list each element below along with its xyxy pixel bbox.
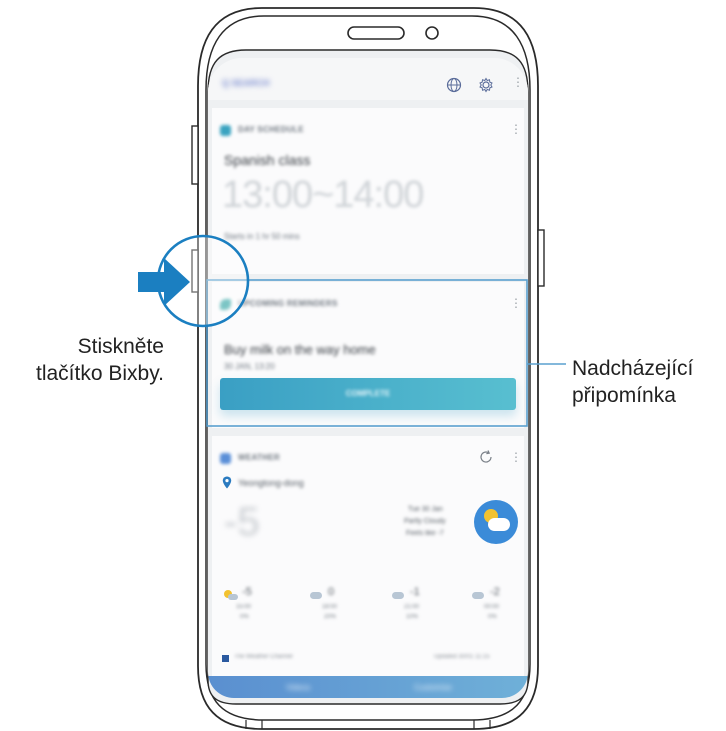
bixby-instruction-line1: Stiskněte	[77, 335, 164, 358]
reminder-highlight-box	[206, 279, 528, 427]
bixby-instruction-line2: tlačítko Bixby.	[36, 362, 164, 385]
reminder-label-line1: Nadcházející	[572, 357, 694, 380]
reminder-label-line2: připomínka	[572, 384, 676, 407]
